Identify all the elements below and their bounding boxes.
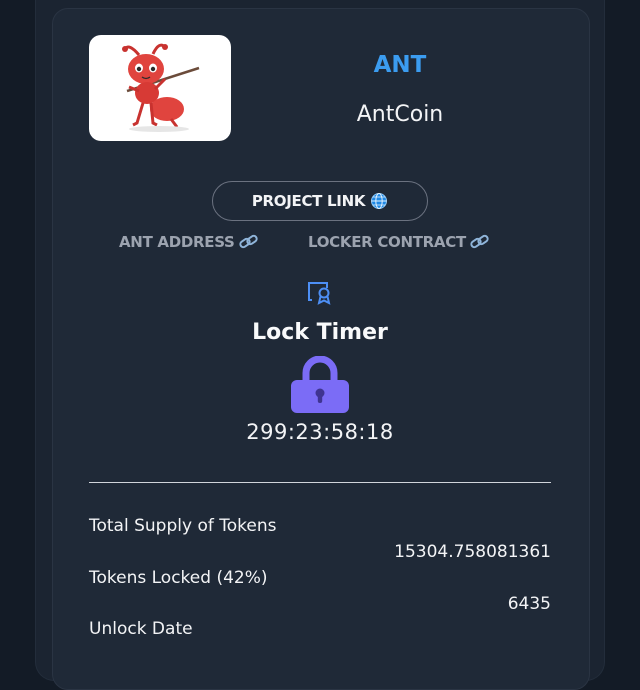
total-supply-label: Total Supply of Tokens: [89, 516, 277, 536]
divider: [89, 482, 551, 483]
chain-link-icon: [238, 234, 259, 250]
tokens-locked-value: 6435: [507, 594, 551, 614]
token-logo: [89, 35, 231, 141]
chain-link-icon: [470, 234, 490, 250]
total-supply-value: 15304.758081361: [394, 542, 551, 562]
padlock-icon: [289, 355, 351, 418]
certificate-icon: [306, 280, 334, 310]
lock-timer-title: Lock Timer: [252, 320, 388, 345]
tokens-locked-label: Tokens Locked (42%): [89, 568, 268, 588]
token-symbol: ANT: [373, 52, 427, 78]
lock-countdown: 299:23:58:18: [246, 420, 394, 444]
token-address-label: ANT ADDRESS: [119, 233, 235, 251]
project-link-label: PROJECT LINK: [251, 192, 366, 210]
token-address-link[interactable]: ANT ADDRESS: [119, 233, 259, 251]
unlock-date-label: Unlock Date: [89, 619, 193, 639]
project-link-button[interactable]: PROJECT LINK: [212, 181, 428, 221]
token-name: AntCoin: [356, 102, 444, 127]
locker-contract-label: LOCKER CONTRACT: [308, 233, 466, 251]
locker-contract-link[interactable]: LOCKER CONTRACT: [308, 233, 490, 251]
globe-icon: [370, 192, 388, 210]
ant-mascot-icon: [122, 43, 200, 132]
